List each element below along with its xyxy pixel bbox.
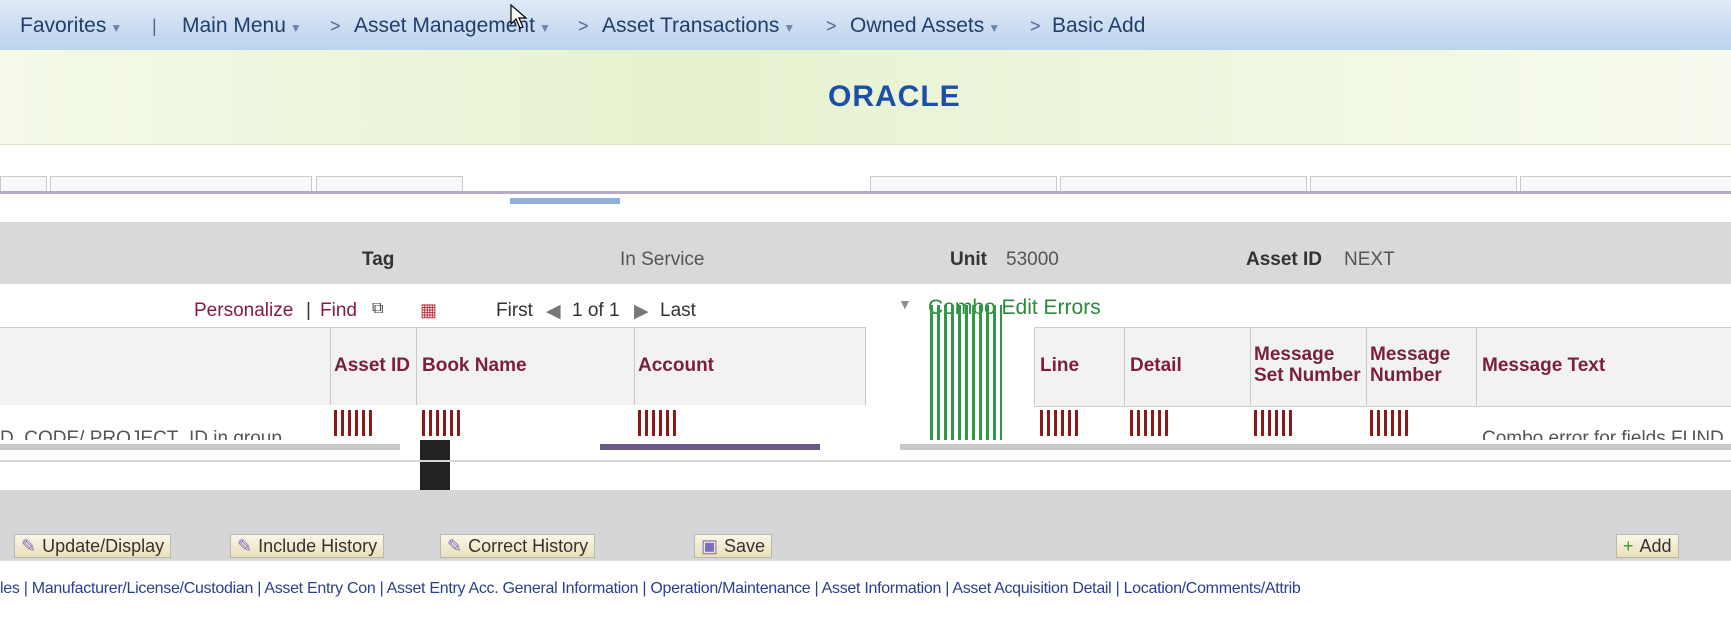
artifact-segment: [316, 176, 463, 192]
breadcrumb-label: Asset Transactions: [602, 14, 780, 37]
save-icon: ▣: [701, 536, 719, 556]
correct-history-button[interactable]: ✎ Correct History: [440, 534, 596, 558]
column-divider: [416, 327, 417, 405]
download-grid-icon[interactable]: ▦: [420, 300, 437, 321]
artifact-block: [510, 198, 620, 204]
column-divider: [865, 327, 866, 405]
message-number-cell: [1370, 410, 1410, 436]
oracle-logo: ORACLE: [828, 80, 961, 113]
breadcrumb-bar: Favorites ▼ | Main Menu ▼ > Asset Manageme…: [0, 0, 1731, 50]
plus-icon: +: [1623, 536, 1634, 556]
button-label: Include History: [258, 536, 378, 556]
button-label: Update/Display: [42, 536, 165, 556]
separator-icon: >: [330, 16, 341, 36]
artifact-segment: [1060, 176, 1307, 192]
breadcrumb-basic-add[interactable]: Basic Add: [1052, 14, 1145, 38]
message-set-cell: [1254, 410, 1294, 436]
update-display-button[interactable]: ✎ Update/Display: [14, 534, 172, 558]
artifact-line: [0, 444, 400, 450]
pencil-icon: ✎: [21, 536, 37, 556]
artifact-bars: [930, 305, 1002, 440]
artifact-line: [0, 460, 1731, 462]
tag-label: Tag: [362, 249, 395, 270]
chevron-down-icon: ▼: [289, 21, 302, 35]
chevron-down-icon: ▼: [538, 21, 551, 35]
artifact-line: [0, 191, 1731, 194]
artifact-line: [900, 444, 1731, 450]
column-divider: [1250, 327, 1251, 405]
last-link[interactable]: Last: [660, 300, 696, 322]
column-header-line[interactable]: Line: [1040, 355, 1079, 376]
column-divider: [1034, 327, 1035, 405]
collapse-triangle-icon[interactable]: ▼: [898, 296, 912, 312]
column-divider: [330, 327, 331, 405]
column-header-detail[interactable]: Detail: [1130, 355, 1182, 376]
column-divider: [1124, 327, 1125, 405]
unit-label: Unit: [950, 249, 987, 270]
asset-id-value: NEXT: [1344, 249, 1395, 270]
artifact-segment: [1520, 176, 1731, 192]
breadcrumb-main-menu[interactable]: Main Menu ▼: [182, 14, 302, 38]
unit-value: 53000: [1006, 249, 1059, 270]
pencil-icon: ✎: [237, 536, 253, 556]
breadcrumb-label: Asset Management: [354, 14, 535, 37]
find-link[interactable]: Find: [320, 300, 357, 322]
rendering-artifact-strip: [0, 176, 1731, 204]
chevron-down-icon: ▼: [988, 21, 1001, 35]
artifact-segment: [50, 176, 312, 192]
page-links[interactable]: les | Manufacturer/License/Custodian | A…: [0, 580, 1731, 598]
breadcrumb-label: Owned Assets: [850, 14, 985, 37]
breadcrumb-label: Favorites: [20, 14, 107, 37]
separator: |: [152, 16, 157, 36]
artifact-block: [420, 440, 450, 490]
view-all-icon[interactable]: ⧉: [372, 300, 383, 318]
line-cell: [1040, 410, 1080, 436]
separator: |: [306, 300, 311, 321]
asset-id-cell: [334, 410, 374, 436]
breadcrumb-label: Main Menu: [182, 14, 286, 37]
pencil-icon: ✎: [447, 536, 463, 556]
rendering-artifact-band: [0, 440, 1731, 490]
column-divider: [1366, 327, 1367, 405]
column-divider: [634, 327, 635, 405]
button-label: Save: [724, 536, 766, 556]
asset-id-label: Asset ID: [1246, 249, 1323, 270]
separator-icon: >: [826, 16, 837, 36]
next-row-icon[interactable]: ▶: [634, 300, 649, 323]
chevron-down-icon: ▼: [783, 21, 796, 35]
breadcrumb-favorites[interactable]: Favorites ▼: [20, 14, 122, 38]
separator-icon: >: [1030, 16, 1041, 36]
add-button[interactable]: + Add: [1616, 534, 1679, 558]
column-header-message-number[interactable]: Message Number: [1370, 344, 1470, 386]
artifact-line: [600, 444, 820, 450]
asset-header: [0, 222, 1731, 284]
button-label: Add: [1639, 536, 1672, 556]
account-cell: [638, 410, 678, 436]
column-header-message-set-number[interactable]: Message Set Number: [1254, 344, 1364, 386]
chevron-down-icon: ▼: [110, 21, 123, 35]
mouse-cursor-icon: [510, 4, 528, 29]
separator-icon: >: [578, 16, 589, 36]
book-name-cell: [422, 410, 462, 436]
previous-row-icon[interactable]: ◀: [546, 300, 561, 323]
include-history-button[interactable]: ✎ Include History: [230, 534, 385, 558]
first-link[interactable]: First: [496, 300, 533, 322]
column-header-asset-id[interactable]: Asset ID: [334, 355, 410, 377]
artifact-segment: [1310, 176, 1517, 192]
column-divider: [1476, 327, 1477, 405]
artifact-segment: [870, 176, 1057, 192]
breadcrumb-owned-assets[interactable]: Owned Assets ▼: [850, 14, 1000, 38]
column-header-message-text[interactable]: Message Text: [1482, 355, 1605, 376]
column-header-book-name[interactable]: Book Name: [422, 355, 527, 377]
in-service-label: In Service: [620, 249, 705, 270]
breadcrumb-asset-transactions[interactable]: Asset Transactions ▼: [602, 14, 795, 38]
artifact-segment: [0, 176, 47, 192]
personalize-link[interactable]: Personalize: [194, 300, 293, 322]
button-label: Correct History: [468, 536, 589, 556]
row-counter: 1 of 1: [572, 300, 620, 321]
detail-cell: [1130, 410, 1170, 436]
save-button[interactable]: ▣ Save: [694, 534, 773, 558]
column-header-account[interactable]: Account: [638, 355, 714, 377]
